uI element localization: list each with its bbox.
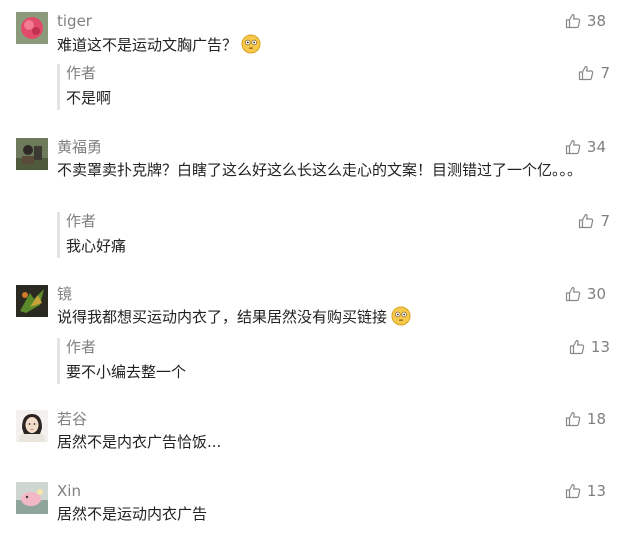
commenter-name: 黄福勇: [57, 138, 103, 156]
like-count: 13: [590, 338, 610, 356]
thumbs-up-icon: [565, 13, 581, 29]
author-reply: 作者 要不小编去整一个 13: [57, 338, 610, 384]
reply-like-button[interactable]: 7: [578, 211, 610, 231]
thumbs-up-icon: [565, 411, 581, 427]
comment-text: 不卖罩卖扑克牌？白瞎了这么好这么长这么走心的文案！目测错过了一个亿。。。: [57, 161, 583, 179]
thumbs-up-icon: [578, 65, 594, 81]
like-count: 30: [586, 285, 606, 303]
thumbs-up-icon: [565, 286, 581, 302]
comment-text: 说得我都想买运动内衣了，结果居然没有购买链接: [57, 305, 597, 333]
flushed-face-icon: [241, 34, 261, 61]
thumbs-up-icon: [565, 139, 581, 155]
comment-text: 难道这不是运动文胸广告？: [57, 33, 597, 61]
like-button[interactable]: 34: [565, 137, 606, 157]
thumbs-up-icon: [565, 483, 581, 499]
reply-author-name: 作者: [66, 338, 97, 356]
like-count: 7: [600, 212, 610, 230]
like-count: 18: [586, 410, 606, 428]
like-button[interactable]: 30: [565, 284, 606, 304]
reply-text: 要不小编去整一个: [66, 363, 187, 381]
like-count: 34: [586, 138, 606, 156]
author-reply: 作者 我心好痛 7: [57, 212, 610, 258]
reply-like-button[interactable]: 13: [569, 337, 610, 357]
like-count: 7: [600, 64, 610, 82]
reply-like-button[interactable]: 7: [578, 63, 610, 83]
avatar[interactable]: [16, 410, 48, 442]
commenter-name: 若谷: [57, 410, 88, 428]
avatar[interactable]: [16, 285, 48, 317]
reply-author-name: 作者: [66, 212, 97, 230]
commenter-name: Xin: [57, 482, 81, 500]
reply-author-name: 作者: [66, 64, 97, 82]
comment-text: 居然不是内衣广告恰饭...: [57, 433, 222, 451]
reply-text: 我心好痛: [66, 237, 127, 255]
author-reply: 作者 不是啊 7: [57, 64, 610, 110]
thumbs-up-icon: [569, 339, 585, 355]
like-count: 13: [586, 482, 606, 500]
avatar[interactable]: [16, 138, 48, 170]
commenter-name: 镜: [57, 285, 73, 303]
reply-text: 不是啊: [66, 89, 112, 107]
avatar[interactable]: [16, 12, 48, 44]
flushed-face-icon: [391, 306, 411, 333]
comment-text: 居然不是运动内衣广告: [57, 505, 208, 523]
like-button[interactable]: 13: [565, 481, 606, 501]
commenter-name: tiger: [57, 12, 92, 30]
thumbs-up-icon: [578, 213, 594, 229]
avatar[interactable]: [16, 482, 48, 514]
like-button[interactable]: 38: [565, 11, 606, 31]
like-count: 38: [586, 12, 606, 30]
like-button[interactable]: 18: [565, 409, 606, 429]
